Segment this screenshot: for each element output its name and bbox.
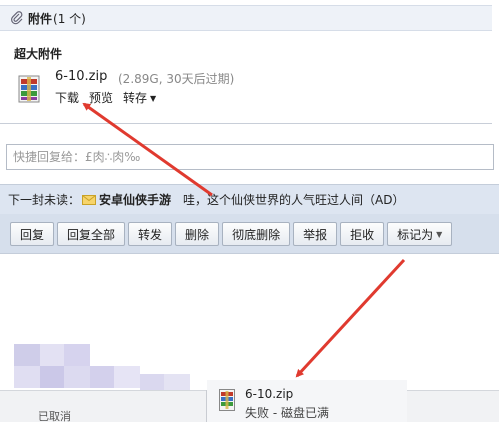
blur-block	[14, 344, 40, 366]
section-divider	[0, 123, 492, 124]
archive-file-icon	[18, 75, 40, 103]
large-attachment-section: 超大附件 6-10.zip (2.89G, 30天后过期) 下载 预览 转存 ▼	[0, 32, 492, 120]
envelope-icon	[82, 194, 97, 205]
attachment-file-name[interactable]: 6-10.zip	[55, 69, 107, 84]
attachment-file-meta: (2.89G, 30天后过期)	[118, 72, 235, 86]
report-button[interactable]: 举报	[293, 222, 338, 246]
delete-button[interactable]: 删除	[175, 222, 220, 246]
blur-block	[40, 344, 64, 366]
quick-reply-input[interactable]: 快捷回复给：£肉∴肉‰	[6, 144, 494, 170]
attachment-header: 附件 (1 个)	[0, 5, 492, 31]
save-to-label: 转存	[123, 91, 148, 105]
large-attachment-title: 超大附件	[14, 47, 63, 61]
next-mail-subject[interactable]: 安卓仙侠手游	[99, 191, 171, 208]
mark-as-button[interactable]: 标记为 ▼	[387, 222, 453, 246]
blur-block	[40, 366, 64, 388]
chevron-down-icon: ▼	[150, 94, 157, 103]
next-unread-label: 下一封未读：	[8, 193, 81, 207]
permanent-delete-button[interactable]: 彻底删除	[222, 222, 291, 246]
download-file-name: 6-10.zip	[245, 387, 294, 401]
download-link[interactable]: 下载	[55, 89, 79, 106]
blur-block	[64, 344, 90, 366]
blur-block	[64, 366, 90, 388]
blur-block	[14, 366, 40, 388]
attachment-title: 附件	[28, 11, 53, 26]
save-to-link[interactable]: 转存 ▼	[123, 89, 156, 106]
mail-toolbar: 回复 回复全部 转发 删除 彻底删除 举报 拒收 标记为 ▼	[0, 214, 499, 254]
mark-as-label: 标记为	[397, 227, 434, 242]
reject-button[interactable]: 拒收	[340, 222, 385, 246]
download-item[interactable]: 6-10.zip 失败 - 磁盘已满	[207, 380, 407, 422]
forward-button[interactable]: 转发	[128, 222, 173, 246]
blur-block	[140, 374, 164, 390]
paperclip-icon	[11, 11, 23, 25]
archive-file-icon	[219, 389, 235, 411]
next-mail-snippet[interactable]: 哇，这个仙侠世界的人气旺过人间（AD）	[183, 191, 404, 208]
next-unread-bar: 下一封未读： 安卓仙侠手游 哇，这个仙侠世界的人气旺过人间（AD）	[0, 184, 499, 214]
reply-all-button[interactable]: 回复全部	[57, 222, 126, 246]
chevron-down-icon: ▼	[436, 229, 443, 239]
blur-block	[90, 366, 114, 388]
blur-block	[164, 374, 190, 390]
blur-block	[114, 366, 140, 388]
download-status: 失败 - 磁盘已满	[245, 406, 329, 420]
cancelled-download-status: 已取消	[38, 410, 71, 422]
attachment-count: (1 个)	[53, 11, 86, 26]
preview-link[interactable]: 预览	[89, 89, 113, 106]
reply-button[interactable]: 回复	[10, 222, 55, 246]
attachment-actions: 下载 预览 转存 ▼	[55, 89, 156, 106]
arrow-to-download-status	[295, 258, 406, 378]
